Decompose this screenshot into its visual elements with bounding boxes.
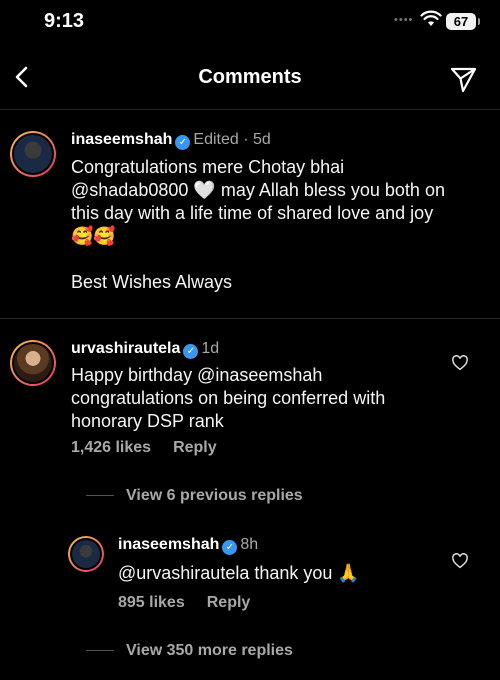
avatar-image — [12, 133, 54, 175]
avatar-image — [70, 538, 102, 570]
comment-header: urvashirautela ✓ 1d — [71, 340, 219, 359]
comment-actions: 1,426 likes Reply — [71, 439, 217, 457]
reply-header: inaseemshah ✓ 8h — [118, 536, 258, 555]
heart-outline-icon[interactable] — [451, 354, 469, 372]
status-time: 9:13 — [44, 10, 85, 32]
avatar[interactable] — [68, 536, 104, 572]
comment-line-1: Happy birthday @inaseemshah — [71, 365, 323, 385]
cellular-signal-icon: •••• — [394, 14, 414, 26]
caption-header: inaseemshah ✓ Edited · 5d — [71, 131, 271, 150]
battery-icon: 67 — [446, 13, 480, 30]
caption-emoji-line: 🥰🥰 — [71, 226, 116, 246]
comment-time: 1d — [201, 340, 220, 357]
status-bar: 9:13 •••• 67 — [0, 0, 500, 46]
comment-username[interactable]: urvashirautela — [71, 340, 180, 357]
divider-line — [86, 495, 114, 497]
white-heart-emoji: 🤍 — [193, 180, 216, 200]
reply-button[interactable]: Reply — [207, 594, 251, 611]
avatar[interactable] — [10, 131, 56, 177]
paper-plane-icon[interactable] — [448, 64, 478, 94]
comment-text: Happy birthday @inaseemshah congratulati… — [71, 364, 441, 433]
comment-line-3: honorary DSP rank — [71, 411, 224, 431]
view-previous-replies[interactable]: View 6 previous replies — [86, 487, 303, 505]
reply-button[interactable]: Reply — [173, 439, 217, 456]
caption-wishes: Best Wishes Always — [71, 272, 233, 292]
comment-likes[interactable]: 1,426 likes — [71, 439, 151, 456]
reply-username[interactable]: inaseemshah — [118, 536, 219, 553]
nav-bar: Comments — [0, 46, 500, 110]
wifi-icon — [420, 10, 442, 26]
caption-meta: Edited · 5d — [193, 131, 271, 148]
caption-line-2-rest: may Allah bless you both on — [220, 180, 445, 200]
folded-hands-emoji: 🙏 — [337, 563, 360, 583]
caption-line-2: @shadab0800 🤍 may Allah bless you both o… — [71, 179, 486, 202]
caption-text: Congratulations mere Chotay bhai @shadab… — [71, 156, 486, 294]
comment-line-2: congratulations on being conferred with — [71, 388, 386, 408]
reply-text: @urvashirautela thank you 🙏 — [118, 562, 438, 585]
avatar-image — [12, 342, 54, 384]
reply-likes[interactable]: 895 likes — [118, 594, 185, 611]
reply-actions: 895 likes Reply — [118, 594, 250, 612]
view-previous-label: View 6 previous replies — [126, 487, 303, 504]
caption-username[interactable]: inaseemshah — [71, 131, 172, 148]
verified-badge-icon: ✓ — [175, 135, 191, 150]
verified-badge-icon: ✓ — [222, 540, 238, 555]
avatar[interactable] — [10, 340, 56, 386]
reply-time: 8h — [240, 536, 259, 553]
reply-text-content: @urvashirautela thank you — [118, 563, 333, 583]
divider-line — [86, 650, 114, 652]
view-more-replies[interactable]: View 350 more replies — [86, 642, 293, 660]
heart-outline-icon[interactable] — [451, 552, 469, 570]
verified-badge-icon: ✓ — [183, 344, 199, 359]
view-more-label: View 350 more replies — [126, 642, 293, 659]
post-caption: inaseemshah ✓ Edited · 5d Congratulations … — [0, 110, 500, 319]
mention-link[interactable]: @shadab0800 — [71, 180, 188, 200]
caption-line-3: this day with a life time of shared love… — [71, 203, 434, 223]
page-title: Comments — [198, 66, 302, 88]
caption-line-1: Congratulations mere Chotay bhai — [71, 157, 345, 177]
